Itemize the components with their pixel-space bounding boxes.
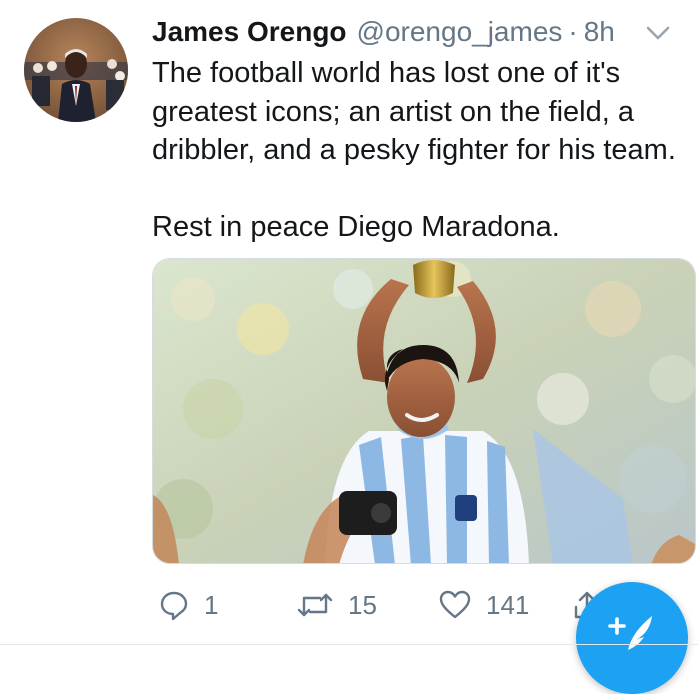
author-avatar[interactable]	[24, 18, 128, 122]
reply-button[interactable]: 1	[158, 585, 218, 625]
tweet-header: James Orengo @orengo_james · 8h	[152, 14, 678, 50]
chevron-down-icon[interactable]	[644, 20, 672, 44]
author-handle[interactable]: @orengo_james	[357, 16, 563, 48]
compose-icon	[606, 610, 658, 659]
bottom-divider	[0, 644, 698, 645]
author-name[interactable]: James Orengo	[152, 16, 347, 48]
retweet-button[interactable]: 15	[296, 585, 377, 625]
retweet-icon	[296, 589, 334, 621]
like-count: 141	[486, 589, 530, 620]
tweet-media-photo[interactable]	[152, 258, 696, 564]
reply-icon	[158, 589, 190, 621]
avatar-photo	[24, 18, 128, 122]
like-button[interactable]: 141	[438, 585, 529, 625]
tweet-text: The football world has lost one of it's …	[152, 57, 676, 243]
header-separator: ·	[568, 16, 578, 47]
tweet-timestamp[interactable]: 8h	[584, 16, 615, 48]
reply-count: 1	[204, 589, 219, 620]
heart-icon	[438, 589, 472, 621]
compose-tweet-button[interactable]	[576, 582, 688, 694]
retweet-count: 15	[348, 589, 377, 620]
photo-image	[153, 259, 695, 563]
